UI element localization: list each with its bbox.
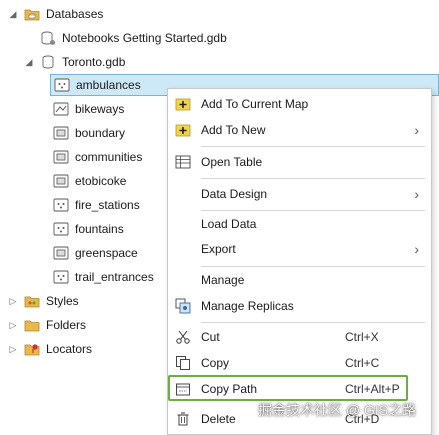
locators-folder-icon [24,344,40,356]
point-feature-class-icon [53,198,69,212]
watermark-text: 掘金技术社区 @ GIS之路 [258,402,417,418]
menu-item-open-table[interactable]: Open Table [168,149,431,175]
tree-label-layer: etobicoke [75,174,127,188]
tree-notebooks-gdb[interactable]: Notebooks Getting Started.gdb [40,27,227,49]
tree-label-notebooks-gdb: Notebooks Getting Started.gdb [62,31,227,45]
copy-icon [176,356,190,370]
menu-label: Export [201,242,236,256]
menu-separator [201,322,425,323]
tree-layer-fire-stations[interactable]: fire_stations [53,194,140,216]
menu-item-copy[interactable]: Copy Ctrl+C [168,350,431,376]
polygon-feature-class-icon [53,174,69,188]
tree-layer-boundary[interactable]: boundary [53,122,125,144]
menu-item-add-to-new[interactable]: Add To New › [168,117,431,143]
tree-layer-communities[interactable]: communities [53,146,142,168]
folder-icon [24,320,40,332]
menu-item-export[interactable]: Export › [168,236,431,262]
point-feature-class-icon [53,222,69,236]
polygon-feature-class-icon [53,126,69,140]
menu-shortcut: Ctrl+X [345,330,379,344]
tree-layer-trail-entrances[interactable]: trail_entrances [53,266,154,288]
tree-label-layer: ambulances [76,78,141,92]
copy-path-highlight [168,375,408,401]
menu-label: Delete [201,412,236,426]
point-feature-class-icon [54,78,70,92]
tree-label-locators: Locators [46,342,93,356]
menu-label: Load Data [201,217,257,231]
menu-label: Copy [201,356,230,370]
submenu-arrow-icon: › [414,122,419,138]
menu-separator [201,178,425,179]
tree-label-layer: boundary [75,126,126,140]
tree-layer-etobicoke[interactable]: etobicoke [53,170,126,192]
tree-toronto-gdb[interactable]: ◢ Toronto.gdb [24,51,126,73]
menu-item-cut[interactable]: Cut Ctrl+X [168,324,431,350]
table-icon [175,155,191,169]
chevron-right-icon[interactable]: ▷ [8,344,18,354]
tree-styles[interactable]: ▷ Styles [8,290,79,312]
chevron-right-icon[interactable]: ▷ [8,320,18,330]
replicas-icon [175,298,191,314]
line-feature-class-icon [53,102,69,116]
menu-item-add-to-current-map[interactable]: Add To Current Map [168,91,431,117]
add-to-map-icon [175,98,191,111]
tree-locators[interactable]: ▷ Locators [8,338,93,360]
tree-label-databases: Databases [46,7,104,21]
submenu-arrow-icon: › [414,241,419,257]
menu-label: Open Table [201,155,263,169]
tree-label-layer: trail_entrances [75,270,154,284]
tree-label-styles: Styles [46,294,79,308]
geodatabase-icon [42,55,54,69]
scissors-icon [176,330,190,344]
tree-label-layer: greenspace [75,246,138,260]
menu-label: Cut [201,330,220,344]
point-feature-class-icon [53,270,69,284]
menu-shortcut: Ctrl+C [345,356,380,370]
tree-label-folders: Folders [46,318,87,332]
tree-layer-bikeways[interactable]: bikeways [53,98,124,120]
menu-item-data-design[interactable]: Data Design › [168,181,431,207]
chevron-down-icon[interactable]: ◢ [24,57,34,67]
tree-folders[interactable]: ▷ Folders [8,314,86,336]
trash-icon [177,412,189,426]
tree-layer-fountains[interactable]: fountains [53,218,124,240]
databases-folder-icon [24,9,40,21]
geodatabase-icon [41,31,55,45]
polygon-feature-class-icon [53,150,69,164]
tree-label-layer: fountains [75,222,124,236]
tree-layer-greenspace[interactable]: greenspace [53,242,138,264]
tree-databases[interactable]: ◢ Databases [8,3,104,25]
menu-item-load-data[interactable]: Load Data [168,211,431,237]
context-menu: Add To Current Map Add To New › Open Tab… [167,88,432,435]
menu-label: Manage Replicas [201,299,294,313]
tree-label-layer: communities [75,150,143,164]
styles-folder-icon [24,296,40,308]
menu-label: Add To Current Map [201,97,309,111]
menu-item-manage[interactable]: Manage [168,267,431,293]
menu-label: Add To New [201,123,266,137]
tree-label-layer: fire_stations [75,198,140,212]
tree-label-toronto-gdb: Toronto.gdb [62,55,126,69]
polygon-feature-class-icon [53,246,69,260]
add-to-new-icon [175,124,191,137]
submenu-arrow-icon: › [414,186,419,202]
chevron-right-icon[interactable]: ▷ [8,296,18,306]
tree-label-layer: bikeways [75,102,125,116]
menu-separator [201,146,425,147]
menu-label: Data Design [201,187,268,201]
chevron-down-icon[interactable]: ◢ [8,9,18,19]
menu-label: Manage [201,273,245,287]
menu-item-manage-replicas[interactable]: Manage Replicas [168,293,431,319]
